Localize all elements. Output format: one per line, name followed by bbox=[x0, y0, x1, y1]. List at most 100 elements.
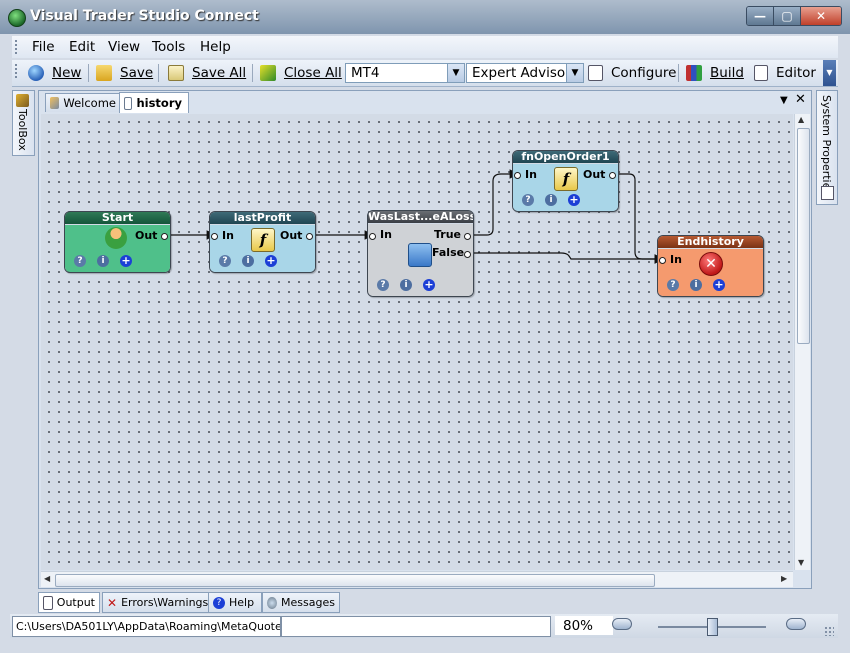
add-icon[interactable]: + bbox=[568, 194, 580, 206]
close-all-button[interactable]: Close All bbox=[260, 64, 342, 82]
add-icon[interactable]: + bbox=[265, 255, 277, 267]
node-fnopenorder-in-port[interactable] bbox=[514, 172, 521, 179]
tab-messages[interactable]: Messages bbox=[262, 592, 340, 613]
node-waslast-actions: ? i + bbox=[377, 279, 435, 291]
configure-icon bbox=[588, 65, 603, 81]
tab-history[interactable]: history bbox=[119, 92, 189, 113]
close-tab-icon[interactable]: ✕ bbox=[795, 92, 806, 107]
save-button[interactable]: Save bbox=[96, 64, 153, 82]
toolbox-tab[interactable]: ToolBox bbox=[12, 90, 35, 156]
build-button[interactable]: Build bbox=[686, 64, 744, 82]
node-waslast[interactable]: WasLast...eALoss In True False ? i + bbox=[367, 210, 474, 297]
menu-help[interactable]: Help bbox=[200, 39, 231, 55]
help-icon[interactable]: ? bbox=[377, 279, 389, 291]
scroll-right-icon[interactable]: ▶ bbox=[781, 574, 787, 583]
status-bar: C:\Users\DA501LY\AppData\Roaming\MetaQuo… bbox=[10, 614, 838, 638]
node-waslast-in-port[interactable] bbox=[369, 233, 376, 240]
scroll-up-icon[interactable]: ▲ bbox=[798, 115, 804, 124]
connection-lines bbox=[167, 169, 665, 264]
horizontal-scroll-thumb[interactable] bbox=[55, 574, 655, 587]
menu-tools[interactable]: Tools bbox=[152, 39, 185, 55]
close-button[interactable]: ✕ bbox=[800, 7, 841, 25]
chevron-down-icon[interactable]: ▼ bbox=[447, 64, 464, 82]
node-lastprofit[interactable]: lastProfit In f Out ? i + bbox=[209, 211, 316, 273]
info-icon[interactable]: i bbox=[400, 279, 412, 291]
node-start[interactable]: Start Out ? i + bbox=[64, 211, 171, 273]
welcome-icon bbox=[50, 97, 60, 109]
menu-file[interactable]: File bbox=[32, 39, 55, 55]
zoom-out-button[interactable] bbox=[612, 618, 632, 630]
zoom-slider-thumb[interactable] bbox=[707, 618, 718, 636]
add-icon[interactable]: + bbox=[713, 279, 725, 291]
add-icon[interactable]: + bbox=[120, 255, 132, 267]
resize-grip-icon[interactable] bbox=[824, 626, 834, 636]
tab-errors-warnings[interactable]: ✕ Errors\Warnings bbox=[102, 592, 210, 613]
scroll-down-icon[interactable]: ▼ bbox=[798, 558, 804, 567]
help-icon[interactable]: ? bbox=[219, 255, 231, 267]
tab-history-label: history bbox=[136, 96, 182, 110]
type-select[interactable]: Expert Advisor ▼ bbox=[466, 63, 584, 83]
node-endhistory-in-port[interactable] bbox=[659, 257, 666, 264]
vertical-scrollbar[interactable]: ▲ ▼ bbox=[794, 114, 810, 570]
node-fnopenorder-in-label: In bbox=[525, 168, 537, 181]
tab-list-dropdown-icon[interactable]: ▼ bbox=[780, 95, 788, 106]
close-all-label: Close All bbox=[284, 65, 342, 81]
node-fnopenorder-title: fnOpenOrder1 bbox=[513, 151, 618, 163]
folder-icon bbox=[96, 65, 112, 81]
node-start-out-port[interactable] bbox=[161, 233, 168, 240]
help-icon[interactable]: ? bbox=[74, 255, 86, 267]
node-lastprofit-in-port[interactable] bbox=[211, 233, 218, 240]
node-start-title: Start bbox=[65, 212, 170, 224]
toolbar-grip-icon[interactable] bbox=[15, 64, 20, 78]
add-icon[interactable]: + bbox=[423, 279, 435, 291]
tab-output-label: Output bbox=[56, 596, 95, 609]
maximize-button[interactable]: ▢ bbox=[773, 7, 800, 25]
scroll-left-icon[interactable]: ◀ bbox=[44, 574, 50, 583]
info-icon[interactable]: i bbox=[690, 279, 702, 291]
toolbar-overflow-icon[interactable]: ▼ bbox=[823, 60, 836, 86]
help-icon: ? bbox=[213, 596, 225, 609]
node-endhistory[interactable]: Endhistory In ✕ ? i + bbox=[657, 235, 764, 297]
node-fnopenorder[interactable]: fnOpenOrder1 In f Out ? i + bbox=[512, 150, 619, 212]
save-label: Save bbox=[120, 65, 154, 81]
help-icon[interactable]: ? bbox=[522, 194, 534, 206]
menu-edit[interactable]: Edit bbox=[69, 39, 95, 55]
node-lastprofit-out-port[interactable] bbox=[306, 233, 313, 240]
menu-view[interactable]: View bbox=[108, 39, 140, 55]
node-fnopenorder-out-port[interactable] bbox=[609, 172, 616, 179]
info-icon[interactable]: i bbox=[242, 255, 254, 267]
zoom-in-button[interactable] bbox=[786, 618, 806, 630]
vertical-scroll-thumb[interactable] bbox=[797, 128, 810, 344]
node-lastprofit-actions: ? i + bbox=[219, 255, 277, 267]
help-icon[interactable]: ? bbox=[667, 279, 679, 291]
save-all-button[interactable]: Save All bbox=[168, 64, 246, 82]
build-icon bbox=[686, 65, 702, 81]
editor-button[interactable]: Editor bbox=[754, 64, 816, 82]
properties-icon bbox=[821, 186, 834, 200]
function-icon: f bbox=[251, 228, 275, 252]
platform-value: MT4 bbox=[351, 65, 380, 81]
node-fnopenorder-actions: ? i + bbox=[522, 194, 580, 206]
chevron-down-icon[interactable]: ▼ bbox=[566, 64, 583, 82]
editor-icon bbox=[754, 65, 768, 81]
tab-output[interactable]: Output bbox=[38, 592, 100, 613]
system-properties-tab[interactable]: System Properties bbox=[816, 90, 838, 205]
configure-button[interactable]: Configure bbox=[588, 64, 676, 82]
tab-help[interactable]: ? Help bbox=[208, 592, 262, 613]
info-icon[interactable]: i bbox=[97, 255, 109, 267]
info-icon[interactable]: i bbox=[545, 194, 557, 206]
connector-true-fnopenorder bbox=[469, 169, 520, 236]
node-lastprofit-in-label: In bbox=[222, 229, 234, 242]
node-waslast-true-port[interactable] bbox=[464, 233, 471, 240]
menu-grip-icon[interactable] bbox=[15, 40, 20, 54]
horizontal-scrollbar[interactable]: ◀ ▶ bbox=[41, 571, 793, 587]
workflow-canvas[interactable]: Start Out ? i + lastProfit In f Out ? i … bbox=[41, 114, 793, 570]
node-lastprofit-title: lastProfit bbox=[210, 212, 315, 224]
node-waslast-false-port[interactable] bbox=[464, 251, 471, 258]
minimize-button[interactable]: — bbox=[747, 7, 773, 25]
main-toolbar: New Save Save All Close All MT4 ▼ Expert… bbox=[12, 60, 838, 87]
platform-select[interactable]: MT4 ▼ bbox=[345, 63, 465, 83]
tab-welcome[interactable]: Welcome bbox=[45, 93, 123, 112]
new-button[interactable]: New bbox=[28, 64, 81, 82]
person-icon bbox=[105, 227, 127, 249]
